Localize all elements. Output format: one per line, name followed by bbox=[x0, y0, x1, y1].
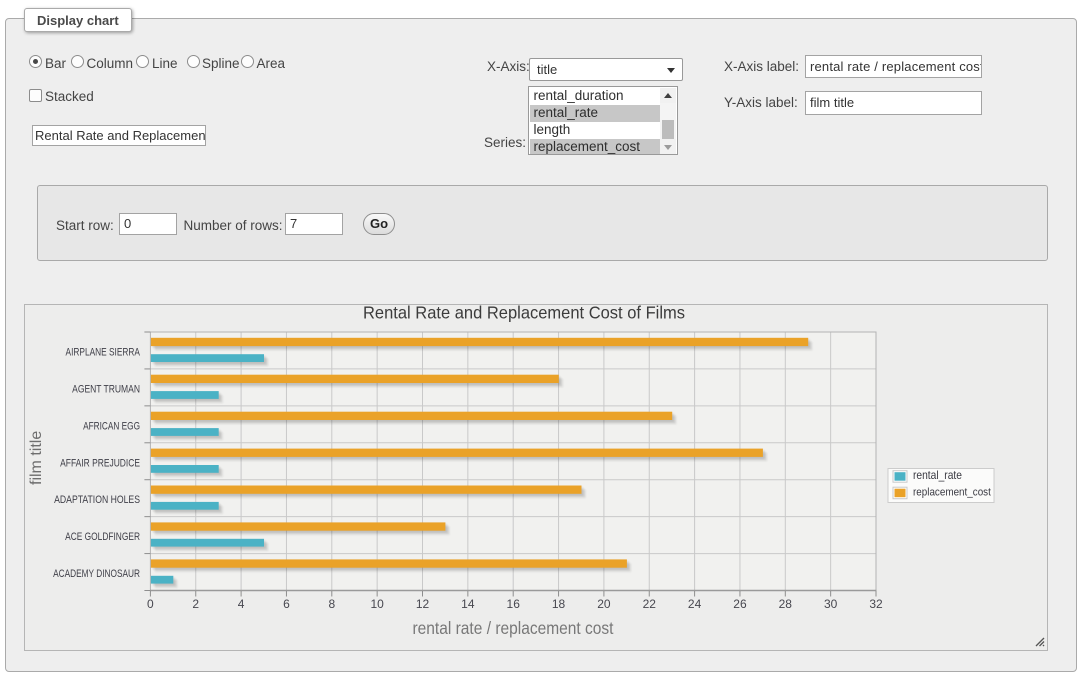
svg-text:2: 2 bbox=[192, 597, 199, 611]
svg-text:0: 0 bbox=[147, 597, 154, 611]
svg-text:AGENT TRUMAN: AGENT TRUMAN bbox=[72, 383, 140, 395]
svg-text:ACE GOLDFINGER: ACE GOLDFINGER bbox=[65, 531, 140, 543]
svg-text:8: 8 bbox=[328, 597, 335, 611]
svg-text:20: 20 bbox=[597, 597, 611, 611]
svg-text:4: 4 bbox=[238, 597, 245, 611]
svg-text:10: 10 bbox=[370, 597, 384, 611]
svg-text:rental rate / replacement cost: rental rate / replacement cost bbox=[413, 618, 614, 638]
svg-text:24: 24 bbox=[688, 597, 702, 611]
svg-text:32: 32 bbox=[869, 597, 883, 611]
svg-text:AFRICAN EGG: AFRICAN EGG bbox=[83, 420, 140, 432]
svg-text:14: 14 bbox=[461, 597, 475, 611]
svg-text:AIRPLANE SIERRA: AIRPLANE SIERRA bbox=[66, 346, 141, 358]
svg-text:ACADEMY DINOSAUR: ACADEMY DINOSAUR bbox=[53, 567, 140, 579]
svg-text:6: 6 bbox=[283, 597, 290, 611]
svg-text:rental_rate: rental_rate bbox=[913, 469, 962, 482]
svg-text:12: 12 bbox=[416, 597, 430, 611]
svg-text:22: 22 bbox=[643, 597, 657, 611]
svg-text:28: 28 bbox=[779, 597, 793, 611]
svg-text:16: 16 bbox=[507, 597, 521, 611]
svg-text:30: 30 bbox=[824, 597, 838, 611]
svg-text:replacement_cost: replacement_cost bbox=[913, 485, 991, 498]
svg-text:ADAPTATION HOLES: ADAPTATION HOLES bbox=[54, 494, 140, 506]
svg-text:film title: film title bbox=[28, 430, 45, 484]
svg-text:Rental Rate and Replacement Co: Rental Rate and Replacement Cost of Film… bbox=[363, 304, 685, 323]
svg-text:18: 18 bbox=[552, 597, 566, 611]
svg-text:26: 26 bbox=[733, 597, 747, 611]
svg-text:AFFAIR PREJUDICE: AFFAIR PREJUDICE bbox=[60, 457, 140, 469]
